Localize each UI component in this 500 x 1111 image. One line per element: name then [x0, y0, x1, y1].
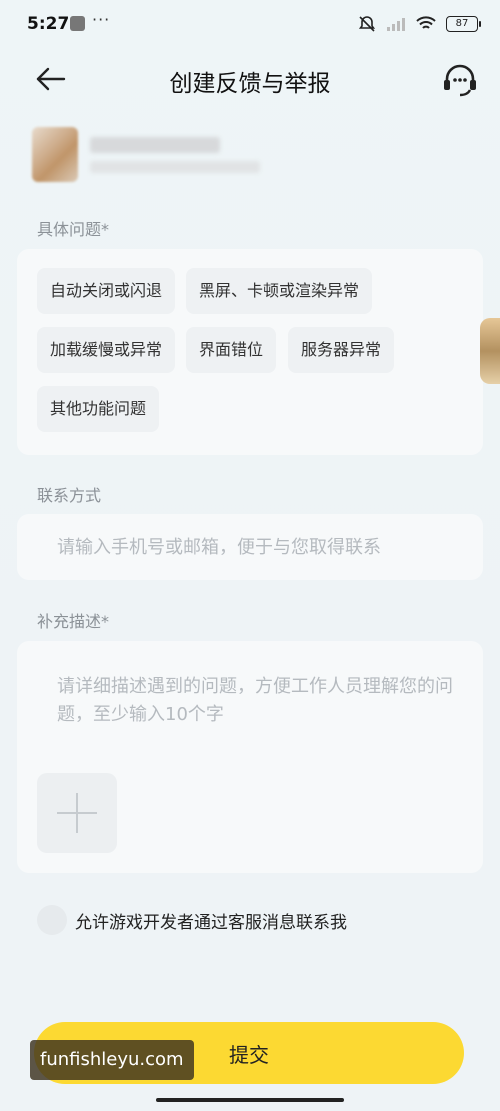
status-icons: 87: [358, 14, 481, 34]
contact-input[interactable]: [17, 514, 483, 580]
issue-chip-black-screen[interactable]: 黑屏、卡顿或渲染异常: [186, 268, 373, 314]
header: 创建反馈与举报: [0, 48, 500, 112]
status-time: 5:27: [27, 14, 70, 34]
issue-chip-slow-loading[interactable]: 加载缓慢或异常: [37, 327, 176, 373]
consent-text: 允许游戏开发者通过客服消息联系我: [75, 912, 347, 933]
contact-field-card: [17, 514, 483, 580]
issue-chip-layout[interactable]: 界面错位: [186, 327, 277, 373]
consent-radio[interactable]: [37, 905, 67, 935]
contact-label: 联系方式: [37, 486, 102, 505]
mute-bell-icon: [358, 16, 376, 32]
game-avatar: [32, 127, 78, 182]
description-placeholder: 请详细描述遇到的问题，方便工作人员理解您的问题，至少输入10个字: [57, 676, 453, 725]
add-image-icon[interactable]: [37, 773, 117, 853]
issue-chip-crash[interactable]: 自动关闭或闪退: [37, 268, 176, 314]
page-title: 创建反馈与举报: [169, 71, 331, 97]
signal-icon: [387, 18, 405, 31]
game-subtitle-blurred: [90, 161, 260, 173]
description-label: 补充描述*: [37, 612, 110, 631]
wifi-icon: [416, 16, 436, 29]
customer-service-icon[interactable]: [440, 60, 480, 100]
game-name-blurred: [90, 137, 220, 153]
issue-chip-other[interactable]: 其他功能问题: [37, 386, 160, 432]
consent-option[interactable]: 允许游戏开发者通过客服消息联系我: [37, 905, 347, 935]
wrench-icon: [70, 16, 85, 31]
watermark: funfishleyu.com: [30, 1040, 194, 1080]
issue-chip-server[interactable]: 服务器异常: [288, 327, 395, 373]
status-bar: 5:27 ··· 87: [0, 0, 500, 48]
specific-issue-label: 具体问题*: [37, 220, 110, 239]
home-indicator[interactable]: [156, 1098, 344, 1102]
battery-icon: 87: [446, 16, 481, 32]
more-notifications-icon: ···: [92, 10, 111, 29]
floating-side-widget[interactable]: [480, 318, 500, 384]
description-textarea[interactable]: 请详细描述遇到的问题，方便工作人员理解您的问题，至少输入10个字: [17, 641, 483, 873]
game-profile: [32, 127, 472, 187]
